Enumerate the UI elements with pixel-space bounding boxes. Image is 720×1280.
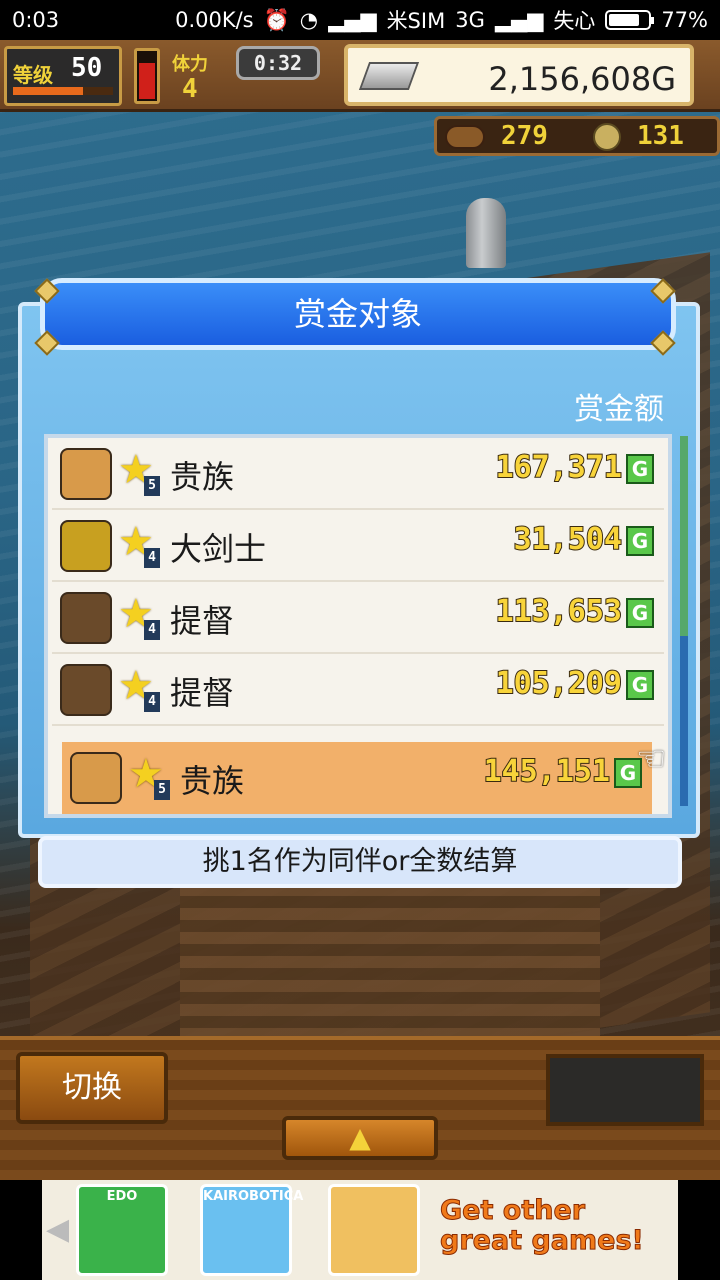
coin-icon xyxy=(593,123,621,151)
network-speed: 0.00K/s xyxy=(175,8,254,32)
ad-text-line-2: great games! xyxy=(440,1225,645,1256)
ad-promo-text[interactable]: Get other great games! xyxy=(440,1195,670,1266)
silver-bar-icon xyxy=(358,62,420,90)
gold-value: 2,156,608G xyxy=(488,60,676,98)
bounty-row[interactable]: ★ 4 提督 113,653 G xyxy=(52,582,664,654)
gold-mark-icon: G xyxy=(626,670,654,700)
food-icon xyxy=(445,125,485,149)
resource-2-value: 131 xyxy=(637,121,684,151)
water-tower xyxy=(466,198,506,268)
level-panel[interactable]: 等级 50 xyxy=(4,46,122,106)
stamina-label: 体力 xyxy=(172,54,208,75)
rank-badge: 5 xyxy=(144,476,160,496)
chevron-left-icon[interactable]: ◀ xyxy=(46,1212,69,1247)
resource-1-value: 279 xyxy=(501,121,548,151)
job-name: 提督 xyxy=(170,674,235,712)
job-name: 贵族 xyxy=(170,458,235,496)
ad-thumb-caption: KAIROBOTICA xyxy=(203,1189,304,1204)
character-portrait xyxy=(60,520,112,572)
battery-percent: 77% xyxy=(661,8,708,32)
network-type: 3G xyxy=(455,8,485,32)
top-hud: 等级 50 体力 4 0:32 2,156,608G xyxy=(0,40,720,112)
character-portrait xyxy=(70,752,122,804)
character-portrait xyxy=(60,448,112,500)
rank-badge: 5 xyxy=(154,780,170,800)
wifi-icon: ◔ xyxy=(299,8,319,32)
switch-button[interactable]: 切换 xyxy=(16,1052,168,1124)
bounty-amount: 105,209 xyxy=(495,665,623,702)
bounty-row[interactable]: ★ 4 大剑士 31,504 G xyxy=(52,510,664,582)
bounty-amount: 167,371 xyxy=(495,449,623,486)
character-portrait xyxy=(60,592,112,644)
stamina-fill xyxy=(139,63,155,99)
bounty-amount: 113,653 xyxy=(495,593,623,630)
job-name: 大剑士 xyxy=(170,530,267,568)
level-value: 50 xyxy=(71,53,103,83)
ad-game-thumb-edo[interactable]: EDO xyxy=(76,1184,168,1276)
rank-badge: 4 xyxy=(144,620,160,640)
expand-up-button[interactable]: ▲ xyxy=(282,1116,438,1160)
ad-text-line-1: Get other xyxy=(440,1195,586,1226)
alarm-icon: ⏰ xyxy=(263,7,290,32)
battery-fill xyxy=(609,14,639,26)
bounty-row[interactable]: ★ 5 贵族 167,371 G xyxy=(52,438,664,510)
status-bar: 0:03 0.00K/s ⏰ ◔ ▂▄▆ 米SIM 3G ▂▄▆ 失心 77% xyxy=(0,0,720,40)
bounty-row-selected[interactable]: ★ 5 贵族 145,151 G xyxy=(62,742,652,814)
status-indicators: 0.00K/s ⏰ ◔ ▂▄▆ 米SIM 3G ▂▄▆ 失心 77% xyxy=(175,5,708,35)
signal-label: 失心 xyxy=(553,9,596,33)
empty-slot xyxy=(546,1054,704,1126)
ad-game-thumb-kairobotica[interactable]: KAIROBOTICA xyxy=(200,1184,304,1276)
gold-mark-icon: G xyxy=(626,454,654,484)
bounty-amount: 31,504 xyxy=(513,521,623,558)
bounty-amount: 145,151 xyxy=(483,753,611,790)
character-portrait xyxy=(60,664,112,716)
gold-mark-icon: G xyxy=(626,598,654,628)
battery-icon xyxy=(605,10,655,30)
carrier-label: 米SIM xyxy=(386,9,446,33)
bounty-row[interactable]: ★ 4 提督 105,209 G xyxy=(52,654,664,726)
status-time: 0:03 xyxy=(12,8,60,32)
stamina-gauge xyxy=(134,48,160,104)
signal-icon-2: ▂▄▆ xyxy=(494,8,544,32)
rank-badge: 4 xyxy=(144,692,160,712)
signal-icon: ▂▄▆ xyxy=(328,8,377,32)
ad-game-thumb-3[interactable] xyxy=(328,1184,420,1276)
level-progress-fill xyxy=(13,87,83,95)
job-name: 提督 xyxy=(170,602,235,640)
level-progress-bar xyxy=(13,87,113,95)
bounty-column-header: 赏金额 xyxy=(574,392,664,427)
gold-mark-icon: G xyxy=(626,526,654,556)
stamina-panel: 体力 4 xyxy=(168,46,238,106)
gold-panel: 2,156,608G xyxy=(344,44,694,106)
ad-thumb-caption: EDO xyxy=(106,1189,138,1204)
hint-bar: 挑1名作为同伴or全数结算 xyxy=(38,836,682,888)
timer-display: 0:32 xyxy=(236,46,320,80)
dialog-title: 赏金对象 xyxy=(40,278,676,350)
pointing-hand-icon: ☜ xyxy=(636,739,667,779)
list-scroll-thumb[interactable] xyxy=(680,436,688,636)
resource-bar: 279 131 xyxy=(434,116,720,156)
job-name: 贵族 xyxy=(180,762,245,800)
rank-badge: 4 xyxy=(144,548,160,568)
level-label: 等级 xyxy=(13,63,53,87)
bounty-list[interactable]: ★ 5 贵族 167,371 G ★ 4 大剑士 31,504 G ★ 4 提督… xyxy=(44,434,672,818)
stamina-value: 4 xyxy=(182,74,198,104)
